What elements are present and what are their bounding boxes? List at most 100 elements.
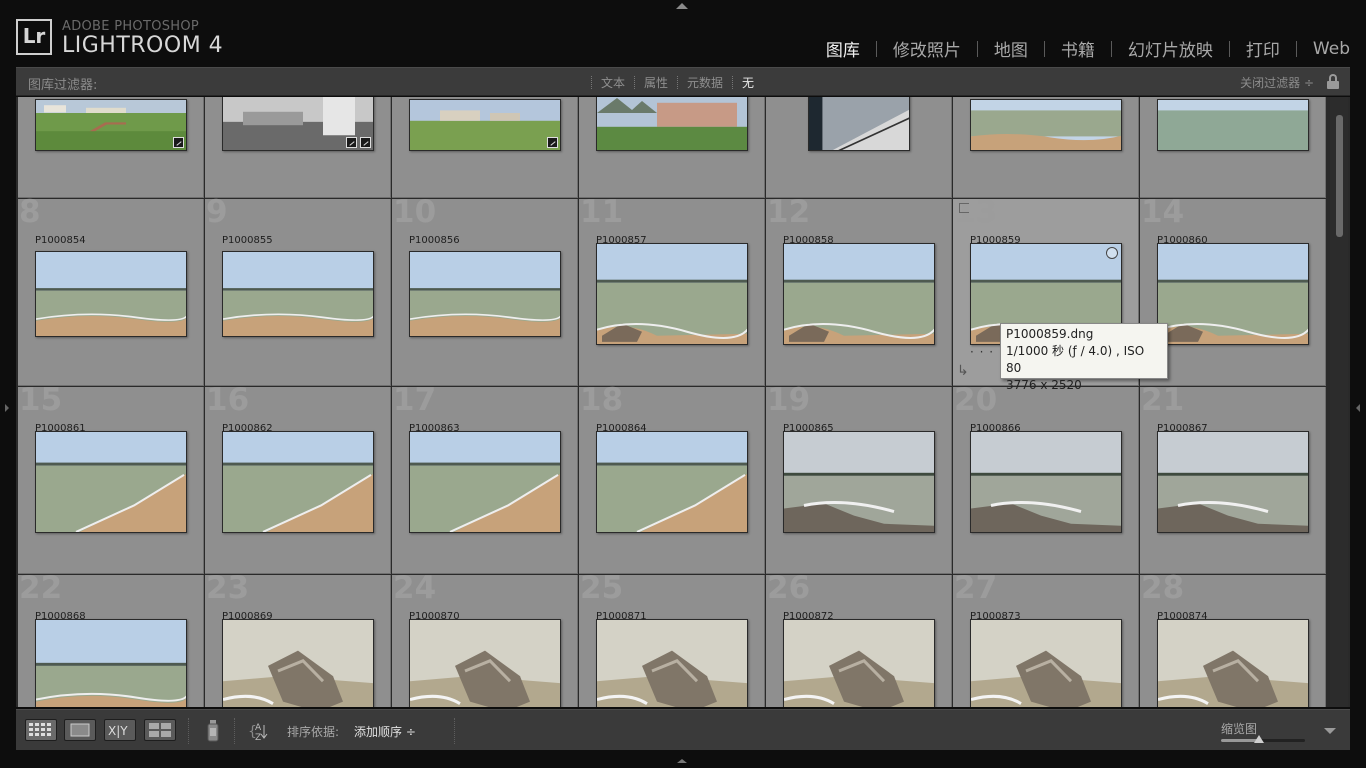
scrollbar-thumb[interactable] [1336, 115, 1343, 237]
sort-direction-icon[interactable]: { A Z [246, 719, 282, 743]
photo-thumbnail[interactable] [409, 251, 561, 337]
module-divider [976, 40, 978, 57]
rotate-left-icon[interactable]: ↳ [957, 363, 969, 379]
grid-cell[interactable]: 11 P1000857 [579, 197, 765, 386]
filmstrip-toggle[interactable] [677, 759, 687, 763]
photo-thumbnail[interactable] [970, 431, 1122, 533]
left-panel-toggle[interactable] [5, 404, 9, 412]
grid-cell[interactable]: 10 P1000856 [392, 197, 578, 386]
photo-thumbnail[interactable] [35, 99, 187, 151]
module-map[interactable]: 地图 [994, 36, 1028, 61]
module-web[interactable]: Web [1313, 39, 1350, 59]
module-slideshow[interactable]: 幻灯片放映 [1128, 36, 1213, 61]
filter-text[interactable]: 文本 [601, 74, 625, 91]
grid-cell[interactable]: 16 P1000862 [205, 385, 391, 574]
develop-adjustment-icon[interactable] [173, 137, 184, 148]
grid-scrollbar[interactable] [1330, 97, 1348, 707]
grid-cell[interactable]: 22 P1000868 [18, 573, 204, 707]
grid-cell[interactable]: 19 P1000865 [766, 385, 952, 574]
lock-icon[interactable] [1326, 74, 1340, 89]
grid-cell[interactable]: 25 P1000871 [579, 573, 765, 707]
grid-cell[interactable]: 23 P1000869 [205, 573, 391, 707]
right-panel-toggle[interactable] [1356, 404, 1360, 412]
filter-metadata[interactable]: 元数据 [687, 74, 723, 91]
tooltip-exposure: 1/1000 秒 (ƒ / 4.0) , ISO 80 [1006, 344, 1145, 375]
grid-cell[interactable] [953, 97, 1139, 198]
tooltip-dimensions: 3776 x 2520 [1006, 378, 1082, 392]
grid-cell[interactable] [579, 97, 765, 198]
photo-thumbnail[interactable] [596, 431, 748, 533]
painter-icon[interactable] [205, 718, 221, 744]
grid-cell[interactable]: 12 P1000858 [766, 197, 952, 386]
grid-cell[interactable]: 26 P1000872 [766, 573, 952, 707]
filter-bar-title: 图库过滤器: [28, 78, 98, 93]
photo-thumbnail[interactable] [783, 619, 935, 707]
filter-divider [732, 76, 734, 89]
photo-thumbnail[interactable] [1157, 431, 1309, 533]
photo-thumbnail[interactable] [970, 99, 1122, 151]
module-book[interactable]: 书籍 [1061, 36, 1095, 61]
grid-cell[interactable]: 9 P1000855 [205, 197, 391, 386]
photo-thumbnail[interactable] [222, 251, 374, 337]
grid-cell[interactable] [392, 97, 578, 198]
photo-thumbnail[interactable] [808, 97, 910, 151]
grid-cell[interactable]: 24 P1000870 [392, 570, 578, 707]
photo-thumbnail[interactable] [409, 619, 561, 707]
grid-cell[interactable]: 8 P1000854 [18, 197, 204, 386]
photo-thumbnail[interactable] [783, 431, 935, 533]
grid-view-icon [29, 723, 51, 736]
photo-thumbnail[interactable] [596, 619, 748, 707]
library-filter-bar: 图库过滤器: 文本 属性 元数据 无 关闭过滤器 ÷ [16, 67, 1350, 96]
grid-view-button[interactable] [25, 719, 57, 741]
filter-attribute[interactable]: 属性 [644, 74, 668, 91]
develop-adjustment-icon[interactable] [360, 137, 371, 148]
svg-text:Z: Z [255, 733, 261, 743]
grid-cell[interactable]: 15 P1000861 [18, 385, 204, 574]
module-print[interactable]: 打印 [1246, 36, 1280, 61]
photo-thumbnail[interactable] [222, 431, 374, 533]
develop-adjustment-icon[interactable] [547, 137, 558, 148]
quick-collection-icon[interactable] [1106, 247, 1118, 259]
slider-knob[interactable] [1253, 735, 1264, 743]
grid-cell[interactable] [1140, 97, 1326, 198]
module-library[interactable]: 图库 [826, 36, 860, 61]
photo-thumbnail[interactable] [409, 431, 561, 533]
module-divider [1043, 40, 1045, 57]
cell-index: 24 [393, 570, 437, 606]
compare-view-button[interactable]: X|Y [104, 719, 136, 741]
top-panel-toggle[interactable] [676, 3, 688, 9]
photo-thumbnail[interactable] [596, 97, 748, 151]
grid-cell[interactable]: 20 P1000866 [953, 385, 1139, 574]
grid-cell[interactable] [766, 97, 952, 198]
photo-thumbnail[interactable] [1157, 99, 1309, 151]
crop-badge-icon[interactable] [346, 137, 357, 148]
grid-cell[interactable] [205, 97, 391, 198]
rating-dots[interactable]: · · · [970, 345, 994, 359]
photo-thumbnail[interactable] [35, 619, 187, 707]
photo-thumbnail[interactable] [596, 243, 748, 345]
thumbnail-size-slider[interactable] [1221, 735, 1305, 743]
flag-icon[interactable] [959, 203, 969, 213]
grid-cell[interactable]: 18 P1000864 [579, 385, 765, 574]
survey-view-button[interactable] [144, 719, 176, 741]
photo-thumbnail[interactable] [35, 251, 187, 337]
grid-cell[interactable]: 21 P1000867 [1140, 385, 1326, 574]
photo-thumbnail[interactable] [783, 243, 935, 345]
photo-thumbnail[interactable] [222, 619, 374, 707]
filter-none[interactable]: 无 [742, 74, 754, 91]
module-develop[interactable]: 修改照片 [893, 36, 961, 61]
grid-cell[interactable]: 17 P1000863 [392, 385, 578, 574]
photo-thumbnail[interactable] [970, 619, 1122, 707]
photo-thumbnail[interactable] [409, 99, 561, 151]
photo-thumbnail[interactable] [1157, 243, 1309, 345]
grid-cell[interactable]: 27 P1000873 [953, 573, 1139, 707]
grid-cell[interactable] [18, 97, 204, 198]
grid-cell[interactable]: 28 P1000874 [1140, 573, 1326, 707]
filter-divider [634, 76, 636, 89]
photo-thumbnail[interactable] [1157, 619, 1309, 707]
toolbar-content-menu[interactable] [1324, 728, 1336, 734]
filter-preset-dropdown[interactable]: 关闭过滤器 ÷ [1240, 74, 1314, 91]
photo-thumbnail[interactable] [35, 431, 187, 533]
sort-order-dropdown[interactable]: 添加顺序 ÷ [354, 723, 416, 740]
loupe-view-button[interactable] [64, 719, 96, 741]
